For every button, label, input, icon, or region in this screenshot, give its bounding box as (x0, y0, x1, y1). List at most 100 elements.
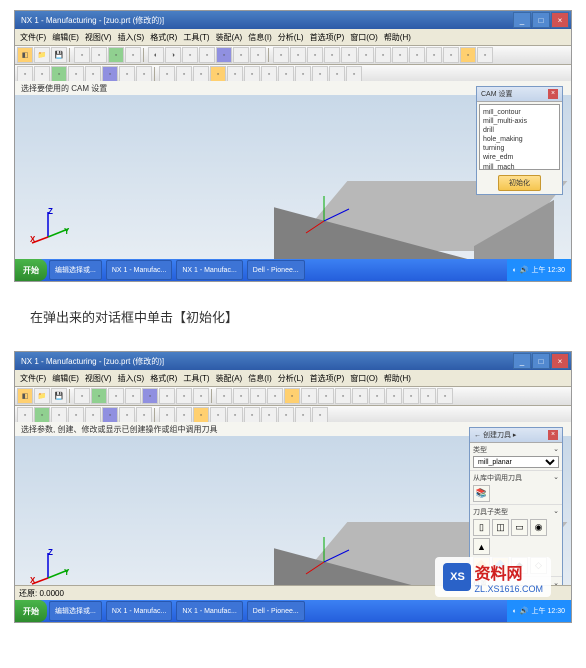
chevron-icon[interactable]: ⌄ (553, 473, 559, 483)
tool-icon[interactable]: ▫ (68, 66, 84, 82)
tool-icon[interactable]: ▫ (375, 47, 391, 63)
tool-icon[interactable]: ▫ (420, 388, 436, 404)
tool-icon[interactable]: 📁 (34, 388, 50, 404)
tool-icon[interactable]: ▫ (295, 66, 311, 82)
type-select[interactable]: mill_planar (473, 456, 559, 468)
tool-icon[interactable]: ▫ (312, 407, 328, 423)
menu-prefs[interactable]: 首选项(P) (307, 372, 348, 385)
menu-view[interactable]: 视图(V) (82, 31, 115, 44)
chevron-icon[interactable]: ⌄ (553, 507, 559, 517)
menu-assembly[interactable]: 装配(A) (213, 31, 246, 44)
tool-icon[interactable]: ▫ (199, 47, 215, 63)
chevron-icon[interactable]: ⌄ (553, 445, 559, 455)
tool-icon[interactable]: ▫ (17, 66, 33, 82)
close-button[interactable]: × (551, 353, 569, 369)
tool-icon[interactable]: ▫ (290, 47, 306, 63)
tool-save-icon[interactable]: 💾 (51, 47, 67, 63)
tool-icon[interactable]: ▫ (318, 388, 334, 404)
tool-icon[interactable]: ▫ (159, 407, 175, 423)
task-item[interactable]: NX 1 - Manufac... (176, 260, 242, 280)
menu-edit[interactable]: 编辑(E) (49, 31, 82, 44)
tool-type-icon[interactable]: ▲ (473, 538, 490, 555)
tool-icon[interactable]: ▫ (301, 388, 317, 404)
tool-icon[interactable]: ▫ (369, 388, 385, 404)
system-tray[interactable]: ◐🔊上午 12:30 (507, 600, 571, 622)
tool-icon[interactable]: ▫ (68, 407, 84, 423)
tool-icon[interactable]: ▫ (295, 407, 311, 423)
task-item[interactable]: Dell - Pionee... (247, 260, 305, 280)
close-button[interactable]: × (551, 12, 569, 28)
cam-list[interactable]: mill_contour mill_multi-axis drill hole_… (479, 104, 560, 170)
task-item[interactable]: Dell - Pionee... (247, 601, 305, 621)
tool-type-icon[interactable]: ▭ (511, 519, 528, 536)
tool-icon[interactable]: ▫ (227, 407, 243, 423)
menu-format[interactable]: 格式(R) (147, 372, 180, 385)
tool-icon[interactable]: 💾 (51, 388, 67, 404)
tool-icon[interactable]: ▫ (91, 388, 107, 404)
tool-icon[interactable]: ▫ (108, 47, 124, 63)
tool-icon[interactable]: ▫ (312, 66, 328, 82)
tool-icon[interactable]: ▫ (119, 66, 135, 82)
tool-icon[interactable]: ▫ (176, 66, 192, 82)
list-item[interactable]: wire_edm (483, 153, 556, 162)
menu-format[interactable]: 格式(R) (147, 31, 180, 44)
tool-icon[interactable]: ▫ (409, 47, 425, 63)
tool-icon[interactable]: ▫ (267, 388, 283, 404)
tool-icon[interactable]: ▫ (125, 47, 141, 63)
minimize-button[interactable]: _ (513, 353, 531, 369)
tool-icon[interactable]: ▫ (74, 388, 90, 404)
tool-icon[interactable]: ▫ (159, 388, 175, 404)
tool-icon[interactable]: ▫ (335, 388, 351, 404)
tool-icon[interactable]: ▫ (119, 407, 135, 423)
close-icon[interactable]: × (548, 89, 558, 99)
menu-window[interactable]: 窗口(O) (347, 31, 381, 44)
tool-icon[interactable]: ▫ (193, 388, 209, 404)
list-item[interactable]: drill (483, 126, 556, 135)
tool-icon[interactable]: ▫ (108, 388, 124, 404)
tool-icon[interactable]: ▫ (278, 66, 294, 82)
tool-icon[interactable]: ▫ (102, 66, 118, 82)
tool-icon[interactable]: ▫ (176, 407, 192, 423)
tool-icon[interactable]: ▫ (193, 66, 209, 82)
tool-icon[interactable]: ▫ (176, 388, 192, 404)
tool-icon[interactable]: ▫ (358, 47, 374, 63)
tool-icon[interactable]: ▫ (284, 388, 300, 404)
tool-icon[interactable]: ▫ (210, 66, 226, 82)
tool-icon[interactable]: ▫ (227, 66, 243, 82)
tool-icon[interactable]: ▫ (273, 47, 289, 63)
tool-icon[interactable]: ▫ (329, 66, 345, 82)
tool-icon[interactable]: ▫ (85, 66, 101, 82)
tool-icon[interactable]: ▫ (346, 66, 362, 82)
task-item[interactable]: 编辑选择或... (49, 260, 102, 280)
tool-icon[interactable]: ▫ (477, 47, 493, 63)
tool-icon[interactable]: ▫ (443, 47, 459, 63)
tool-icon[interactable]: ▫ (307, 47, 323, 63)
menu-info[interactable]: 信息(I) (245, 372, 275, 385)
task-item[interactable]: 编辑选择或... (49, 601, 102, 621)
menu-help[interactable]: 帮助(H) (381, 31, 414, 44)
tool-icon[interactable]: ▫ (261, 407, 277, 423)
task-item[interactable]: NX 1 - Manufac... (106, 260, 172, 280)
tool-icon[interactable]: ▫ (341, 47, 357, 63)
tool-icon[interactable]: ◐ (148, 47, 164, 63)
tool-icon[interactable]: ▫ (51, 66, 67, 82)
tool-icon[interactable]: ▫ (437, 388, 453, 404)
tool-type-icon[interactable]: ▯ (473, 519, 490, 536)
menu-tools[interactable]: 工具(T) (180, 31, 212, 44)
list-item[interactable]: mill_multi-axis (483, 117, 556, 126)
task-item[interactable]: NX 1 - Manufac... (176, 601, 242, 621)
maximize-button[interactable]: □ (532, 12, 550, 28)
menu-file[interactable]: 文件(F) (17, 372, 49, 385)
list-item[interactable]: hole_making (483, 135, 556, 144)
tool-icon[interactable]: ▫ (102, 407, 118, 423)
tool-icon[interactable]: ▫ (216, 388, 232, 404)
close-icon[interactable]: × (548, 430, 558, 440)
tool-icon[interactable]: ▫ (91, 47, 107, 63)
tool-icon[interactable]: ▫ (136, 407, 152, 423)
tool-icon[interactable]: ◑ (165, 47, 181, 63)
tool-icon[interactable]: ▫ (244, 66, 260, 82)
menu-analyze[interactable]: 分析(L) (275, 372, 307, 385)
minimize-button[interactable]: _ (513, 12, 531, 28)
tool-type-icon[interactable]: ◫ (492, 519, 509, 536)
tool-icon[interactable]: ▫ (74, 47, 90, 63)
